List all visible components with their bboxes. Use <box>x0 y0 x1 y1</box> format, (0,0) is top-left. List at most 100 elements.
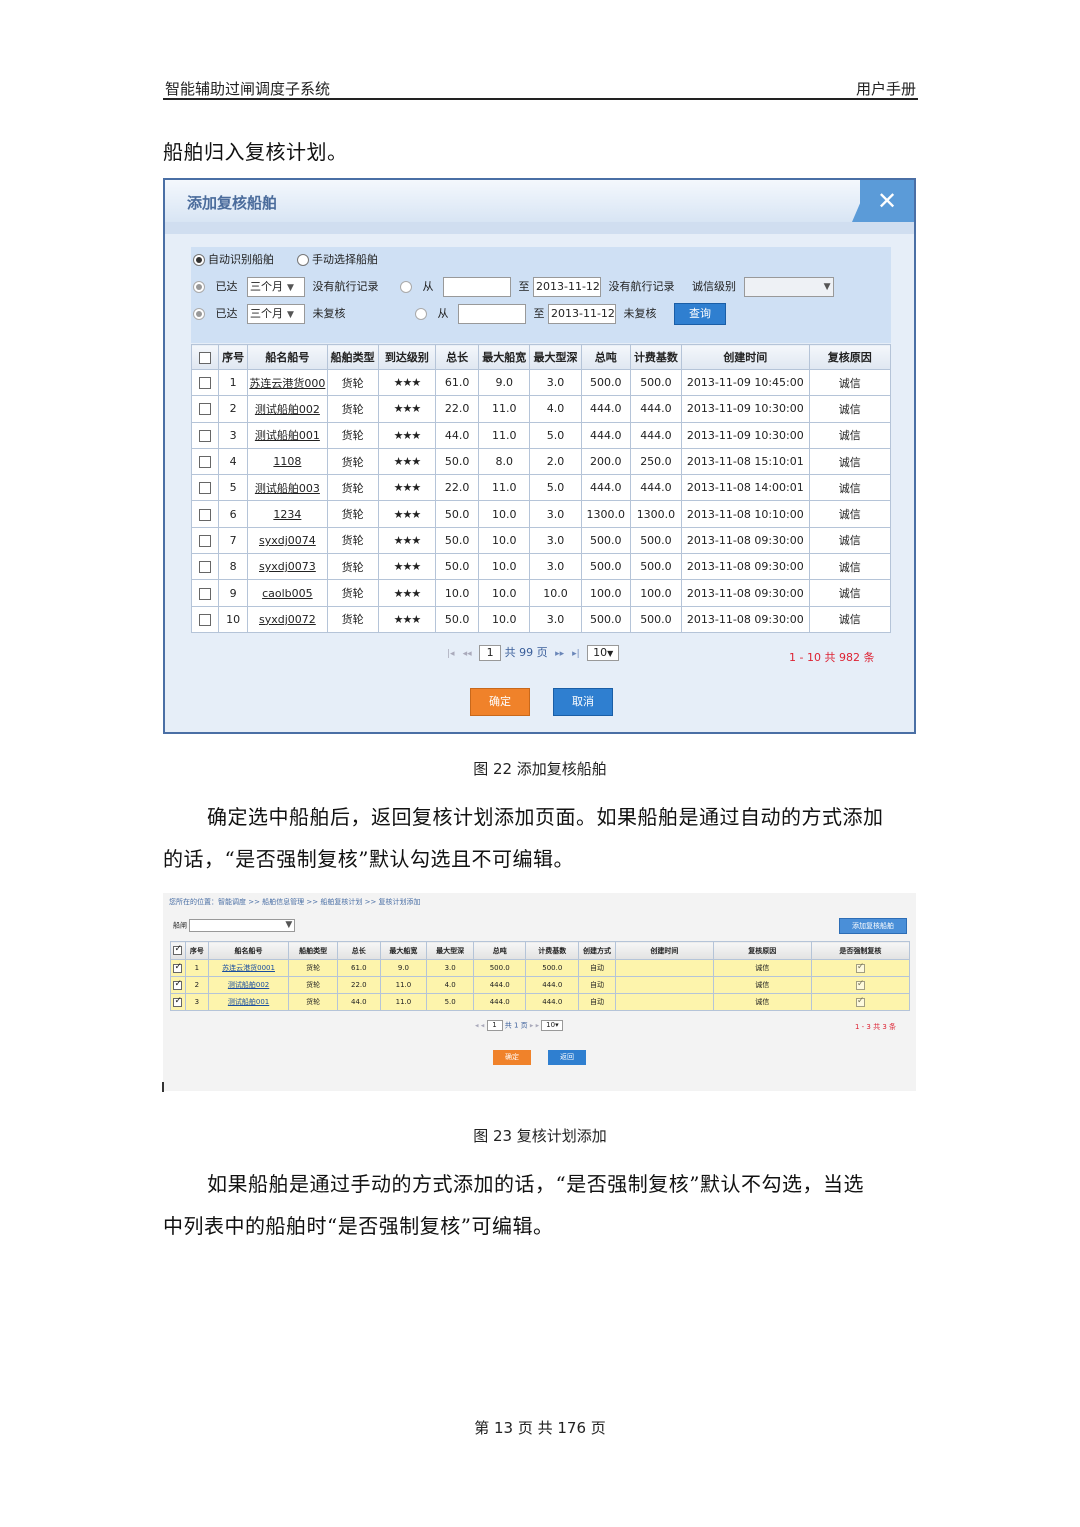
table-row: 7 syxdj0074 货轮 ★★★ 50.0 10.0 3.0 500.0 500.0 2013… <box>190 526 892 555</box>
page-size-select[interactable]: 10▾ <box>541 1020 564 1031</box>
row-checkbox[interactable] <box>199 561 212 574</box>
ship-name-link[interactable]: 测试船舶002 <box>207 976 290 994</box>
row-checkbox[interactable] <box>199 377 212 390</box>
back-button[interactable]: 返回 <box>548 1050 586 1065</box>
table-cell: 2013-11-08 09:30:00 <box>681 605 810 633</box>
row-checkbox[interactable] <box>199 456 212 469</box>
table-cell: 444.0 <box>629 474 683 502</box>
table-row: 10 syxdj0072 货轮 ★★★ 50.0 10.0 3.0 500.0 500.0 201… <box>190 605 892 633</box>
select-all-checkbox[interactable] <box>199 351 212 364</box>
radio-manual[interactable]: 手动选择船舶 <box>297 253 378 266</box>
ship-name-link[interactable]: syxdj0072 <box>247 605 328 633</box>
query-button[interactable]: 查询 <box>674 303 726 325</box>
add-review-ship-button[interactable]: 添加复核船舶 <box>839 918 907 934</box>
prev-page-icon[interactable]: ◂ ◂ <box>475 1022 484 1030</box>
table-cell: 4.0 <box>426 976 474 994</box>
table-row: 2 测试船舶002 货轮 ★★★ 22.0 11.0 4.0 444.0 444.0 2013-1… <box>190 395 892 423</box>
from-date-input-1[interactable] <box>443 277 511 297</box>
table-cell: 诚信 <box>808 605 892 633</box>
period-select-1[interactable]: 三个月 ▼ <box>247 277 305 297</box>
radio-auto[interactable]: 自动识别船舶 <box>193 253 274 266</box>
next-page-icon[interactable]: ▸▸ <box>555 649 564 659</box>
row-checkbox[interactable] <box>199 508 212 521</box>
ship-name-link[interactable]: 苏连云港货0001 <box>207 959 290 977</box>
table-cell: 自动 <box>578 959 616 977</box>
table-cell: 诚信 <box>712 976 812 994</box>
cancel-button[interactable]: 取消 <box>553 688 613 716</box>
page-size-select[interactable]: 10▼ <box>587 645 620 661</box>
table-cell: 44.0 <box>337 993 381 1011</box>
close-icon[interactable]: ✕ <box>860 180 914 222</box>
page-input[interactable]: 1 <box>486 1020 503 1031</box>
table-cell: 1300.0 <box>629 500 683 528</box>
radio-from-1[interactable] <box>400 281 412 293</box>
ship-name-link[interactable]: 测试船舶001 <box>207 993 290 1011</box>
ship-name-link[interactable]: 1108 <box>247 447 328 476</box>
to-date-input-2[interactable]: 2013-11-12 <box>548 304 616 324</box>
lock-select[interactable]: ▼ <box>189 919 296 932</box>
paragraph-2: 确定选中船舶后，返回复核计划添加页面。如果船舶是通过自动的方式添加 的话，“是否… <box>163 805 884 871</box>
ship-name-link[interactable]: syxdj0074 <box>247 526 328 555</box>
table-cell: 诚信 <box>808 395 892 423</box>
row-checkbox[interactable] <box>199 534 212 547</box>
chevron-down-icon: ▼ <box>287 283 294 293</box>
table-cell: 10.0 <box>529 579 582 607</box>
table-cell: 50.0 <box>435 605 480 633</box>
radio-arrived-2[interactable] <box>193 308 205 320</box>
table-cell: 货轮 <box>288 959 338 977</box>
table-cell: ★★★ <box>377 474 437 502</box>
row-checkbox[interactable] <box>173 996 183 1007</box>
period-select-2[interactable]: 三个月 ▼ <box>247 304 305 324</box>
table-cell: 11.0 <box>379 993 428 1011</box>
confirm-button[interactable]: 确定 <box>470 688 530 716</box>
select-all-checkbox[interactable] <box>173 944 183 955</box>
chevron-down-icon: ▼ <box>823 282 831 292</box>
credit-level-select[interactable]: ▼ <box>743 277 834 297</box>
from-date-input-2[interactable] <box>458 304 526 324</box>
table-cell: 3 <box>184 993 209 1011</box>
table-cell: 5.0 <box>529 474 582 502</box>
table-cell: 10.0 <box>478 605 531 633</box>
table-cell: 货轮 <box>326 395 379 423</box>
row-checkbox[interactable] <box>199 403 212 416</box>
ship-name-link[interactable]: 1234 <box>247 500 328 528</box>
radio-from-2[interactable] <box>415 308 427 320</box>
ship-name-link[interactable]: 测试船舶002 <box>247 395 328 423</box>
row-checkbox[interactable] <box>173 962 183 973</box>
table-cell: 诚信 <box>808 368 892 397</box>
table-cell: 5 <box>218 474 249 502</box>
table-cell: 6 <box>218 500 249 528</box>
to-date-input-1[interactable]: 2013-11-12 <box>533 277 601 297</box>
ship-name-link[interactable]: 测试船舶001 <box>247 421 328 449</box>
record-count: 1 - 3 共 3 条 <box>855 1023 897 1031</box>
table-cell: 2013-11-09 10:30:00 <box>681 395 810 423</box>
ship-name-link[interactable]: caolb005 <box>247 579 328 607</box>
row-checkbox[interactable] <box>199 482 212 495</box>
header-right: 用户手册 <box>855 80 916 98</box>
row-checkbox[interactable] <box>199 613 212 626</box>
confirm-button[interactable]: 确定 <box>493 1050 531 1065</box>
ship-name-link[interactable]: 测试船舶003 <box>247 474 328 502</box>
table-cell: 5.0 <box>529 421 582 449</box>
ship-name-link[interactable]: 苏连云港货000 <box>247 368 328 397</box>
table-row: 1 苏连云港货000 货轮 ★★★ 61.0 9.0 3.0 500.0 500.0 2013-1… <box>190 368 892 397</box>
prev-page-icon[interactable]: ◂◂ <box>463 649 472 659</box>
page-input[interactable]: 1 <box>479 645 502 661</box>
table-cell: 1300.0 <box>580 500 631 528</box>
total-pages: 共 1 页 <box>504 1021 528 1030</box>
page-header: 智能辅助过闸调度子系统 用户手册 <box>163 76 918 100</box>
ship-name-link[interactable]: syxdj0073 <box>247 553 328 581</box>
radio-arrived-1[interactable] <box>193 281 205 293</box>
row-checkbox[interactable] <box>173 979 183 990</box>
table-cell: 11.0 <box>478 474 531 502</box>
row-checkbox[interactable] <box>199 429 212 442</box>
table-cell: 货轮 <box>326 579 379 607</box>
breadcrumb: 您所在的位置：智能调度 >> 船舶信息管理 >> 船舶复核计划 >> 复核计划添… <box>169 898 421 906</box>
next-page-icon[interactable]: ▸ ▸ <box>530 1022 539 1030</box>
row-checkbox[interactable] <box>199 587 212 600</box>
table-cell: 2013-11-08 09:30:00 <box>681 526 810 555</box>
table-cell: 2.0 <box>529 447 582 476</box>
last-page-icon[interactable]: ▸| <box>572 649 580 659</box>
first-page-icon[interactable]: |◂ <box>447 649 455 659</box>
table-cell: 3 <box>218 421 249 449</box>
